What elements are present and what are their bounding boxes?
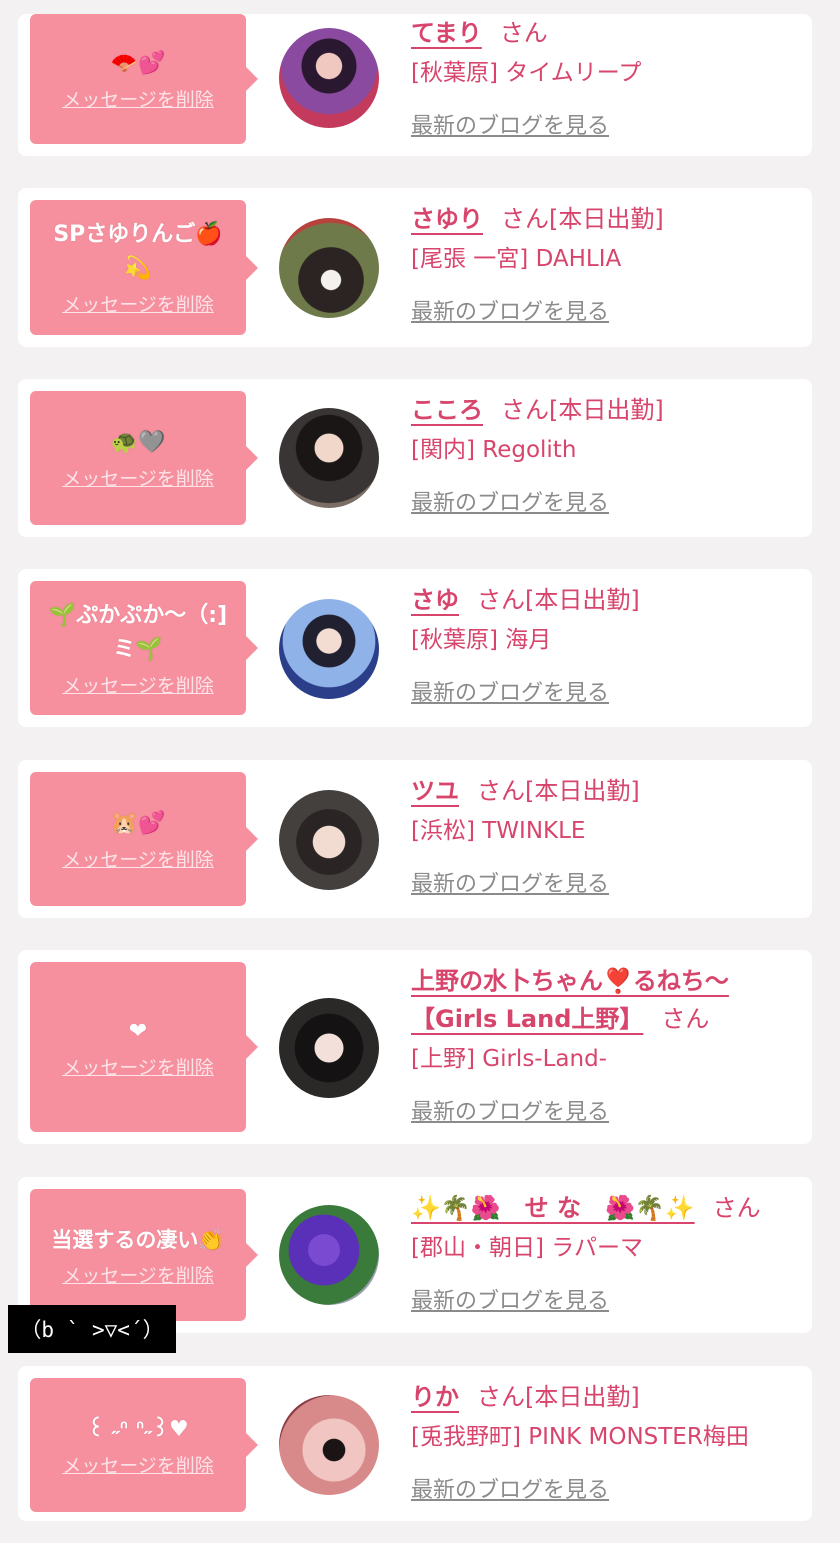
list-item: ꒰ ˶ᐢ ᐢ˶꒱♥ メッセージを削除 りか さん[本日出勤] [兎我野町] PIN… [18, 1366, 812, 1521]
avatar[interactable] [279, 599, 379, 699]
message-bubble: 🪭💕 メッセージを削除 [30, 14, 258, 144]
message-text: 当選するの凄い👏 [51, 1227, 225, 1252]
avatar[interactable] [279, 1205, 379, 1305]
shop-label: [上野] Girls-Land- [411, 1046, 607, 1072]
avatar[interactable] [279, 1395, 379, 1495]
honorific-label: さん[本日出勤] [501, 396, 664, 424]
avatar[interactable] [279, 218, 379, 318]
honorific-label: さん[本日出勤] [477, 586, 640, 614]
cast-name-link[interactable]: さゆり [411, 205, 483, 233]
message-bubble: ❤ メッセージを削除 [30, 962, 258, 1132]
delete-message-link[interactable]: メッセージを削除 [62, 845, 214, 872]
delete-message-link[interactable]: メッセージを削除 [62, 85, 214, 112]
cast-info: こころ さん[本日出勤] [関内] Regolith 最新のブログを見る [411, 391, 802, 517]
honorific-label: さん[本日出勤] [501, 205, 664, 233]
caption-overlay: （b ` >▽<´） [8, 1305, 176, 1353]
latest-blog-link[interactable]: 最新のブログを見る [411, 866, 609, 898]
cast-info: ✨🌴🌺 せ な 🌺🌴✨ さん [郡山・朝日] ラパーマ 最新のブログを見る [411, 1189, 802, 1315]
avatar[interactable] [279, 998, 379, 1098]
honorific-label: さん[本日出勤] [477, 1383, 640, 1411]
latest-blog-link[interactable]: 最新のブログを見る [411, 675, 609, 707]
delete-message-link[interactable]: メッセージを削除 [62, 1053, 214, 1080]
latest-blog-link[interactable]: 最新のブログを見る [411, 294, 609, 326]
latest-blog-link[interactable]: 最新のブログを見る [411, 1094, 609, 1126]
avatar[interactable] [279, 408, 379, 508]
cast-name-link[interactable]: ツユ [411, 777, 459, 805]
shop-label: [浜松] TWINKLE [411, 818, 586, 844]
message-bubble: 🐢🩶 メッセージを削除 [30, 391, 258, 525]
cast-name-link[interactable]: さゆ [411, 586, 459, 614]
shop-label: [郡山・朝日] ラパーマ [411, 1235, 644, 1261]
delete-message-link[interactable]: メッセージを削除 [62, 671, 214, 698]
cast-name-link[interactable]: りか [411, 1383, 459, 1411]
shop-label: [秋葉原] タイムリープ [411, 60, 642, 86]
delete-message-link[interactable]: メッセージを削除 [62, 1451, 214, 1478]
message-text: SPさゆりんご🍎💫 [53, 222, 223, 281]
message-text: 🐢🩶 [110, 429, 166, 455]
honorific-label: さん[本日出勤] [477, 777, 640, 805]
delete-message-link[interactable]: メッセージを削除 [62, 290, 214, 317]
shop-label: [関内] Regolith [411, 437, 577, 463]
latest-blog-link[interactable]: 最新のブログを見る [411, 1283, 609, 1315]
honorific-label: さん [499, 19, 548, 47]
message-text: 🪭💕 [110, 50, 166, 76]
list-item: 🌱ぷかぷか〜（:]ミ🌱 メッセージを削除 さゆ さん[本日出勤] [秋葉原] 海月… [18, 569, 812, 727]
cast-info: ツユ さん[本日出勤] [浜松] TWINKLE 最新のブログを見る [411, 772, 802, 898]
cast-name-link[interactable]: ✨🌴🌺 せ な 🌺🌴✨ [411, 1194, 695, 1222]
cast-info: てまり さん [秋葉原] タイムリープ 最新のブログを見る [411, 14, 802, 140]
avatar[interactable] [279, 790, 379, 890]
shop-label: [尾張 一宮] DAHLIA [411, 246, 622, 272]
message-bubble: 当選するの凄い👏 メッセージを削除 [30, 1189, 258, 1321]
honorific-label: さん [712, 1194, 761, 1222]
latest-blog-link[interactable]: 最新のブログを見る [411, 1472, 609, 1504]
message-text: ꒰ ˶ᐢ ᐢ˶꒱♥ [87, 1416, 189, 1442]
cast-info: 上野の水卜ちゃん❣️るねち〜【Girls Land上野】 さん [上野] Girl… [411, 962, 802, 1126]
message-bubble: 🐹💕 メッセージを削除 [30, 772, 258, 906]
list-item: ❤ メッセージを削除 上野の水卜ちゃん❣️るねち〜【Girls Land上野】さ… [18, 950, 812, 1144]
cast-name-link[interactable]: こころ [411, 396, 483, 424]
avatar[interactable] [279, 28, 379, 128]
cast-info: りか さん[本日出勤] [兎我野町] PINK MONSTER梅田 最新のブログを… [411, 1378, 802, 1504]
cast-info: さゆ さん[本日出勤] [秋葉原] 海月 最新のブログを見る [411, 581, 802, 707]
list-item: 🪭💕 メッセージを削除 てまり さん [秋葉原] タイムリープ 最新のブログを見る [18, 14, 812, 156]
message-bubble: 🌱ぷかぷか〜（:]ミ🌱 メッセージを削除 [30, 581, 258, 715]
message-bubble: ꒰ ˶ᐢ ᐢ˶꒱♥ メッセージを削除 [30, 1378, 258, 1512]
cast-name-link[interactable]: てまり [411, 19, 482, 47]
delete-message-link[interactable]: メッセージを削除 [62, 1261, 214, 1288]
latest-blog-link[interactable]: 最新のブログを見る [411, 485, 609, 517]
list-item: SPさゆりんご🍎💫 メッセージを削除 さゆり さん[本日出勤] [尾張 一宮] D… [18, 188, 812, 347]
message-text: 🐹💕 [110, 810, 166, 836]
message-text: 🌱ぷかぷか〜（:]ミ🌱 [48, 602, 228, 662]
shop-label: [兎我野町] PINK MONSTER梅田 [411, 1424, 749, 1450]
list-item: 🐹💕 メッセージを削除 ツユ さん[本日出勤] [浜松] TWINKLE 最新のブ… [18, 760, 812, 918]
latest-blog-link[interactable]: 最新のブログを見る [411, 108, 609, 140]
honorific-label: さん [661, 1005, 710, 1033]
shop-label: [秋葉原] 海月 [411, 627, 552, 653]
message-text: ❤ [128, 1018, 148, 1044]
delete-message-link[interactable]: メッセージを削除 [62, 464, 214, 491]
list-item: 🐢🩶 メッセージを削除 こころ さん[本日出勤] [関内] Regolith 最新… [18, 379, 812, 537]
message-bubble: SPさゆりんご🍎💫 メッセージを削除 [30, 200, 258, 335]
cast-info: さゆり さん[本日出勤] [尾張 一宮] DAHLIA 最新のブログを見る [411, 200, 802, 326]
